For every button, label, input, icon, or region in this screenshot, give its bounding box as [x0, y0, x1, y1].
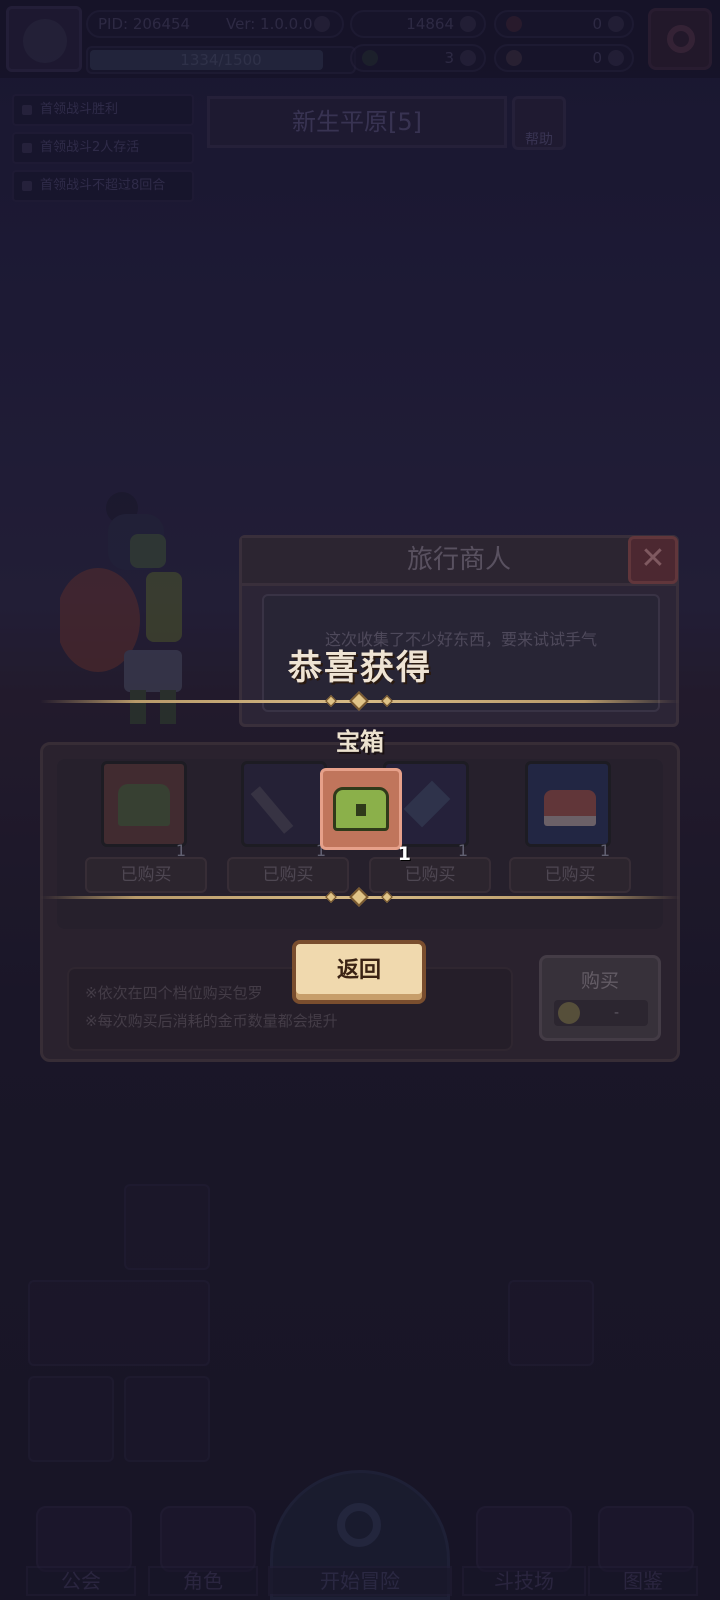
reward-item-name: 宝箱	[336, 728, 384, 756]
game-screen: { "top_bar": { "pid": "PID: 206454", "ve…	[0, 0, 720, 1600]
ornament-icon	[320, 887, 400, 907]
ornament-icon	[320, 691, 400, 711]
chest-icon	[333, 787, 389, 831]
reward-qty: 1	[397, 843, 411, 865]
reward-item-slot: 1	[320, 768, 411, 865]
back-button[interactable]: 返回	[292, 940, 426, 1004]
congrats-title: 恭喜获得	[288, 648, 432, 688]
